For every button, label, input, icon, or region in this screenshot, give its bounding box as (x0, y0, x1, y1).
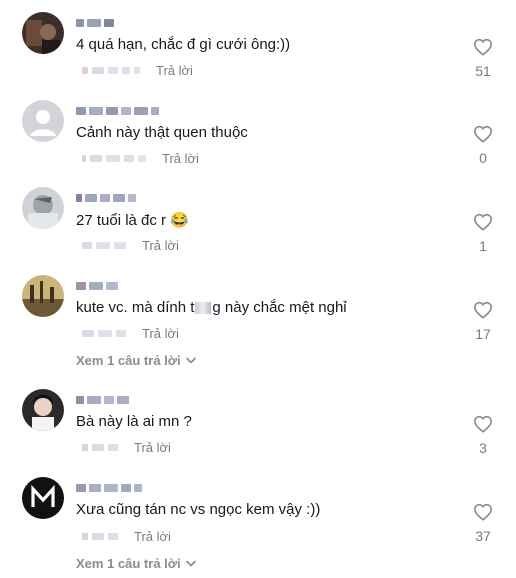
username-obscured[interactable] (76, 18, 114, 28)
user-avatar[interactable] (22, 477, 64, 519)
view-replies-label: Xem 1 câu trả lời (76, 556, 181, 571)
heart-icon[interactable] (473, 213, 493, 231)
reply-button[interactable]: Trả lời (156, 63, 193, 78)
user-avatar[interactable] (22, 389, 64, 431)
like-control: 17 (466, 301, 500, 342)
heart-icon[interactable] (473, 125, 493, 143)
comment-text: Bà này là ai mn ? (76, 413, 192, 430)
comment-text: 27 tuổi là đc r 😂 (76, 212, 189, 229)
censored-word (195, 302, 212, 315)
comment-meta: Trả lời (82, 151, 199, 166)
comment-text: Cảnh này thật quen thuộc (76, 124, 248, 141)
user-avatar[interactable] (22, 100, 64, 142)
username-obscured[interactable] (76, 395, 129, 405)
comment-meta: Trả lời (82, 326, 179, 341)
timestamp-obscured (82, 155, 146, 162)
like-count: 37 (475, 528, 491, 544)
comment-meta: Trả lời (82, 529, 171, 544)
comment-text: 4 quá hạn, chắc đ gì cưới ông:)) (76, 36, 291, 53)
view-replies-button[interactable]: Xem 1 câu trả lời (76, 556, 196, 571)
reply-button[interactable]: Trả lời (162, 151, 199, 166)
reply-button[interactable]: Trả lời (134, 529, 171, 544)
comment-meta: Trả lời (82, 238, 179, 253)
like-count: 51 (475, 63, 491, 79)
like-count: 3 (479, 440, 487, 456)
heart-icon[interactable] (473, 301, 493, 319)
timestamp-obscured (82, 533, 118, 540)
timestamp-obscured (82, 444, 118, 451)
like-count: 17 (475, 326, 491, 342)
user-avatar[interactable] (22, 275, 64, 317)
comment-text-start: kute vc. mà dính t (76, 299, 195, 316)
user-avatar[interactable] (22, 12, 64, 54)
comment-text-end: g này chắc mệt nghỉ (212, 299, 347, 316)
like-control: 3 (466, 415, 500, 456)
heart-icon[interactable] (473, 38, 493, 56)
like-count: 0 (479, 150, 487, 166)
like-control: 51 (466, 38, 500, 79)
comment-text: kute vc. mà dính t g này chắc mệt nghỉ (76, 299, 347, 316)
heart-icon[interactable] (473, 415, 493, 433)
view-replies-label: Xem 1 câu trả lời (76, 353, 181, 368)
comment-text: Xưa cũng tán nc vs ngọc kem vậy :)) (76, 501, 321, 518)
chevron-down-icon (185, 357, 196, 364)
timestamp-obscured (82, 67, 140, 74)
like-count: 1 (479, 238, 487, 254)
reply-button[interactable]: Trả lời (134, 440, 171, 455)
username-obscured[interactable] (76, 106, 159, 116)
username-obscured[interactable] (76, 483, 142, 493)
like-control: 1 (466, 213, 500, 254)
timestamp-obscured (82, 330, 126, 337)
heart-icon[interactable] (473, 503, 493, 521)
comment-meta: Trả lời (82, 440, 171, 455)
view-replies-button[interactable]: Xem 1 câu trả lời (76, 353, 196, 368)
default-avatar-icon (22, 100, 64, 142)
chevron-down-icon (185, 560, 196, 567)
reply-button[interactable]: Trả lời (142, 326, 179, 341)
timestamp-obscured (82, 242, 126, 249)
user-avatar[interactable] (22, 187, 64, 229)
username-obscured[interactable] (76, 193, 136, 203)
like-control: 0 (466, 125, 500, 166)
comment-meta: Trả lời (82, 63, 193, 78)
m-logo-icon (22, 477, 64, 519)
username-obscured[interactable] (76, 281, 118, 291)
reply-button[interactable]: Trả lời (142, 238, 179, 253)
like-control: 37 (466, 503, 500, 544)
